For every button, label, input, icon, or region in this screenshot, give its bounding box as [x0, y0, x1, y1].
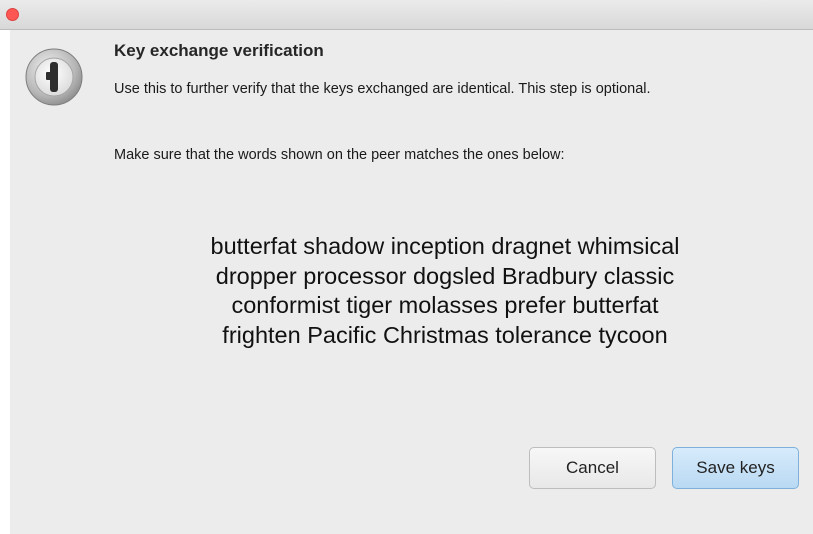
dialog-description: Use this to further verify that the keys…: [114, 81, 651, 97]
title-bar: [0, 0, 813, 30]
dialog-heading: Key exchange verification: [114, 41, 324, 60]
verification-words-line-2: dropper processor dogsled Bradbury class…: [215, 262, 675, 289]
verification-words-line-4: frighten Pacific Christmas tolerance tyc…: [222, 321, 668, 348]
verification-words-line-1: butterfat shadow inception dragnet whims…: [210, 233, 680, 259]
1password-keyhole-icon: [25, 48, 83, 106]
dialog-window: Key exchange verification Use this to fu…: [0, 0, 813, 534]
save-keys-button[interactable]: Save keys: [672, 447, 799, 489]
verification-words: butterfat shadow inception dragnet whims…: [40, 232, 813, 350]
dialog-instruction: Make sure that the words shown on the pe…: [114, 147, 565, 163]
cancel-button[interactable]: Cancel: [529, 447, 656, 489]
close-window-button[interactable]: [6, 8, 19, 21]
verification-words-line-3: conformist tiger molasses prefer butterf…: [231, 292, 659, 318]
